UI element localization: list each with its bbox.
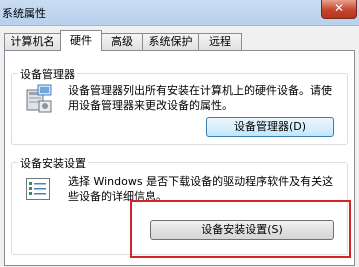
close-icon: ✕ — [333, 1, 345, 15]
device-manager-group: 设备管理器 设备管理器列出所有安装在计算机上的硬件设备。请使用设备管理器来更改设… — [11, 66, 348, 145]
title-bar: 系统属性 ✕ — [0, 0, 359, 26]
close-button[interactable]: ✕ — [321, 0, 357, 19]
tab-computer-name[interactable]: 计算机名 — [4, 33, 61, 50]
window-title: 系统属性 — [2, 7, 46, 20]
device-install-group-label: 设备安装设置 — [18, 155, 88, 171]
tab-system-protection[interactable]: 系统保护 — [142, 33, 199, 50]
checklist-icon — [26, 178, 50, 200]
tab-hardware[interactable]: 硬件 — [60, 30, 102, 51]
tab-remote[interactable]: 远程 — [198, 33, 242, 50]
device-manager-button[interactable]: 设备管理器(D) — [206, 117, 334, 137]
tab-advanced[interactable]: 高级 — [101, 33, 143, 50]
device-manager-description: 设备管理器列出所有安装在计算机上的硬件设备。请使用设备管理器来更改设备的属性。 — [68, 84, 332, 112]
red-highlight-box — [130, 200, 351, 258]
device-manager-group-label: 设备管理器 — [18, 66, 77, 82]
device-manager-icon — [26, 84, 52, 113]
dialog-client: 计算机名 硬件 高级 系统保护 远程 设备管理器 设备管理器列出所有安装在计算机… — [0, 26, 359, 267]
